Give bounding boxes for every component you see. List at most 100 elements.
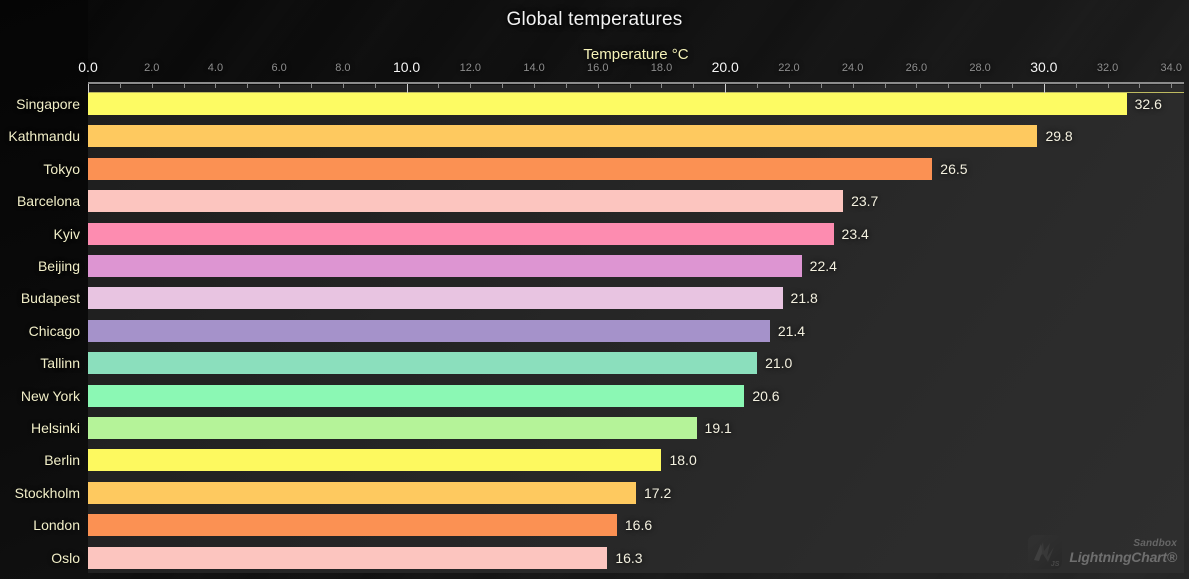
x-axis[interactable]: [88, 82, 1184, 94]
x-axis-tick: [151, 84, 153, 88]
x-axis-tick-label: 26.0: [905, 62, 928, 74]
category-label: Beijing: [0, 255, 88, 277]
bar[interactable]: [88, 384, 745, 407]
x-axis-tick: [1107, 84, 1109, 88]
x-axis-tick: [534, 84, 536, 88]
lightningchart-watermark: JS Sandbox LightningChart®: [1028, 535, 1177, 569]
x-axis-tick-label: 12.0: [459, 62, 482, 74]
x-axis-tick-label: 34.0: [1160, 62, 1182, 74]
bar-value-label: 18.0: [669, 452, 697, 469]
x-axis-accent-line: [88, 92, 1184, 93]
bar-value-label: 29.8: [1045, 128, 1073, 145]
bar[interactable]: [88, 449, 662, 472]
x-axis-tick-label: 28.0: [969, 62, 991, 74]
bar[interactable]: [88, 417, 697, 439]
x-axis-tick: [279, 84, 281, 88]
x-axis-tick-label: 16.0: [587, 62, 609, 74]
x-axis-tick: [88, 84, 89, 93]
x-axis-tick: [1171, 84, 1173, 88]
x-axis-tick: [565, 84, 567, 88]
category-label-text: Singapore: [16, 96, 80, 112]
watermark-product-label: LightningChart®: [1069, 548, 1177, 565]
x-axis-title: Temperature °C: [583, 46, 689, 63]
x-axis-tick: [438, 84, 440, 88]
x-axis-tick: [1139, 84, 1141, 88]
x-axis-tick-label: 20.0: [711, 59, 739, 75]
category-label-text: Kyiv: [53, 225, 80, 242]
category-label: Tallinn: [0, 352, 88, 374]
x-axis-tick: [916, 84, 918, 88]
bar-value-label: 21.8: [790, 290, 818, 307]
x-axis-line: [88, 82, 1184, 84]
category-label: Helsinki: [0, 417, 88, 439]
x-axis-tick: [884, 84, 886, 88]
bar[interactable]: [88, 255, 802, 277]
x-axis-tick: [183, 84, 185, 88]
category-label: Berlin: [0, 449, 88, 471]
bar[interactable]: [88, 546, 608, 569]
x-axis-tick: [1043, 84, 1045, 93]
bar[interactable]: [88, 319, 770, 342]
x-axis-tick: [406, 84, 408, 93]
bar[interactable]: [88, 93, 1127, 115]
category-label-text: Stockholm: [14, 484, 80, 501]
bar[interactable]: [88, 222, 834, 245]
category-label: Kyiv: [0, 223, 88, 245]
x-axis-tick-label: 0.0: [78, 59, 98, 75]
bar[interactable]: [88, 157, 933, 180]
category-label-text: Berlin: [44, 452, 80, 469]
x-axis-tick-label: 14.0: [523, 62, 545, 74]
category-label: Oslo: [0, 547, 88, 569]
bar[interactable]: [88, 287, 783, 310]
x-axis-tick: [629, 84, 631, 88]
category-label: Barcelona: [0, 190, 88, 212]
x-axis-tick-label: 30.0: [1030, 59, 1058, 75]
x-axis-tick-label: 18.0: [650, 62, 673, 74]
x-axis-tick: [693, 84, 695, 88]
x-axis-tick: [342, 84, 344, 88]
bar-value-label: 17.2: [644, 484, 672, 501]
category-label: Kathmandu: [0, 125, 88, 147]
bar[interactable]: [88, 514, 617, 537]
bar-value-label: 21.4: [777, 322, 806, 339]
x-axis-tick: [788, 84, 790, 88]
x-axis-tick-label: 4.0: [207, 62, 224, 74]
x-axis-tick: [1075, 84, 1077, 88]
category-label-text: Tallinn: [40, 355, 80, 372]
category-label-text: London: [33, 517, 80, 534]
bar[interactable]: [88, 481, 636, 504]
x-axis-tick: [725, 84, 727, 93]
category-label: New York: [0, 385, 88, 407]
logo-js-label: JS: [1050, 561, 1060, 568]
watermark-text: Sandbox LightningChart®: [1069, 539, 1177, 564]
bar[interactable]: [88, 125, 1038, 148]
x-axis-tick-label: 6.0: [271, 62, 287, 74]
x-axis-tick: [119, 84, 121, 88]
category-label-text: Tokyo: [43, 160, 80, 177]
category-label-text: Oslo: [51, 549, 80, 566]
x-axis-tick-label: 2.0: [144, 62, 160, 74]
bar-value-label: 32.6: [1134, 96, 1162, 112]
x-axis-tick: [374, 84, 376, 88]
category-label-text: Beijing: [37, 258, 80, 274]
x-axis-tick: [502, 84, 504, 88]
x-axis-tick: [757, 84, 759, 88]
bar-value-label: 21.0: [765, 355, 793, 372]
bar[interactable]: [88, 352, 758, 375]
category-label: Stockholm: [0, 482, 88, 504]
category-label-text: Barcelona: [16, 193, 80, 210]
x-axis-tick: [215, 84, 217, 88]
category-label: Budapest: [0, 287, 88, 309]
category-label-text: Chicago: [28, 322, 80, 339]
x-axis-tick-label: 24.0: [841, 62, 864, 74]
bar[interactable]: [88, 190, 844, 213]
x-axis-tick-label: 8.0: [335, 62, 351, 74]
x-axis-tick-label: 22.0: [778, 62, 800, 74]
category-label: Chicago: [0, 320, 88, 342]
x-axis-tick-label: 32.0: [1096, 62, 1119, 74]
category-label-text: Budapest: [20, 290, 80, 307]
category-label: Tokyo: [0, 158, 88, 180]
x-axis-tick: [1011, 84, 1013, 88]
x-axis-tick: [852, 84, 854, 88]
chart-container: Global temperatures Temperature °C 0.0 2.…: [0, 0, 1189, 579]
